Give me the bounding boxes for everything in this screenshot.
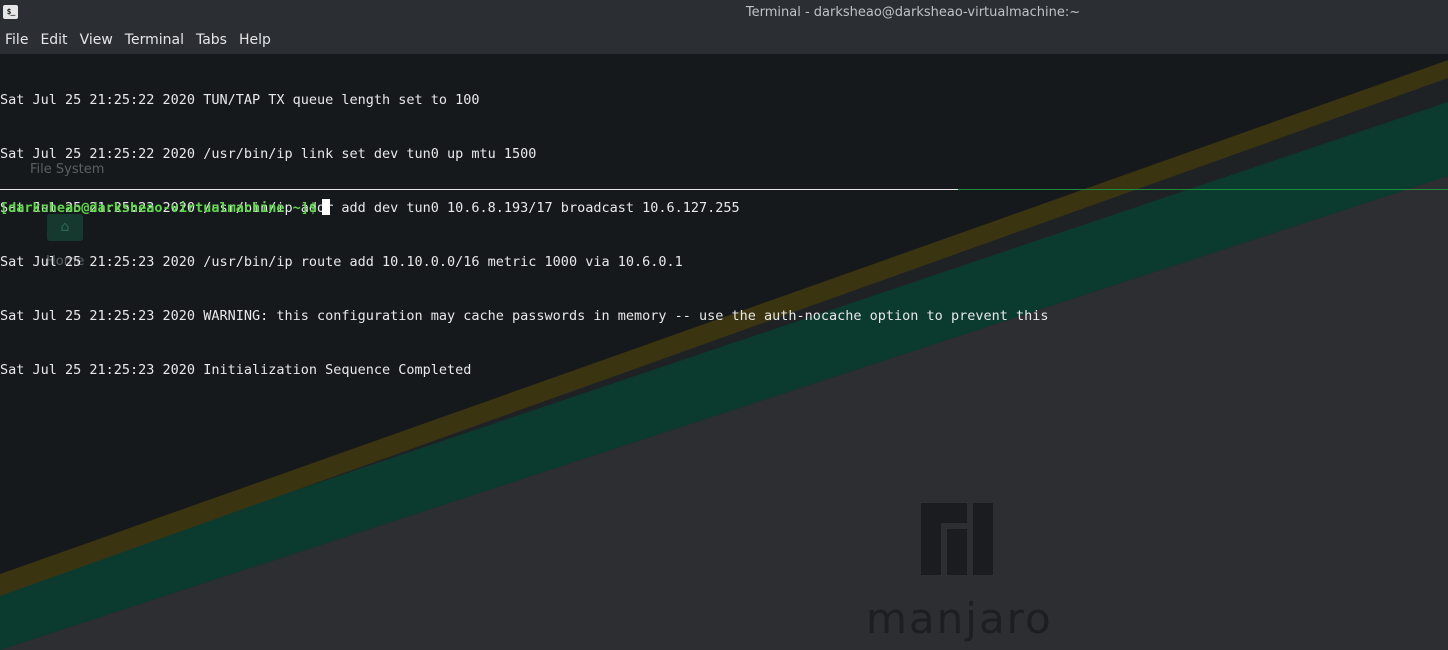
manjaro-logo-icon bbox=[921, 503, 993, 575]
output-separator bbox=[0, 189, 958, 190]
menu-tabs[interactable]: Tabs bbox=[190, 26, 233, 54]
menu-bar: File Edit View Terminal Tabs Help bbox=[0, 26, 1448, 54]
output-line: Sat Jul 25 21:25:23 2020 WARNING: this c… bbox=[0, 308, 1049, 324]
manjaro-wordmark: manjaro bbox=[866, 594, 1053, 643]
output-separator-accent bbox=[958, 189, 1448, 190]
menu-edit[interactable]: Edit bbox=[34, 26, 73, 54]
menu-view[interactable]: View bbox=[74, 26, 119, 54]
output-line: Sat Jul 25 21:25:22 2020 /usr/bin/ip lin… bbox=[0, 146, 537, 162]
terminal-area[interactable]: File System ⌂ Home manjaro Sat Jul 25 21… bbox=[0, 54, 1448, 650]
window-title: Terminal - darksheao@darksheao-virtualma… bbox=[745, 5, 1081, 20]
text-cursor bbox=[321, 199, 330, 215]
output-line: Sat Jul 25 21:25:23 2020 Initialization … bbox=[0, 362, 472, 378]
title-bar[interactable]: $_ Terminal - darksheao@darksheao-virtua… bbox=[0, 0, 1448, 26]
output-line: Sat Jul 25 21:25:23 2020 /usr/bin/ip rou… bbox=[0, 254, 683, 270]
menu-terminal[interactable]: Terminal bbox=[119, 26, 190, 54]
menu-file[interactable]: File bbox=[0, 26, 34, 54]
output-line: Sat Jul 25 21:25:22 2020 TUN/TAP TX queu… bbox=[0, 92, 480, 108]
menu-help[interactable]: Help bbox=[233, 26, 277, 54]
shell-prompt: [darksheao@darksheao-virtualmachine ~]$ bbox=[0, 200, 317, 216]
shell-prompt-line[interactable]: [darksheao@darksheao-virtualmachine ~]$ bbox=[0, 199, 330, 217]
terminal-output: Sat Jul 25 21:25:22 2020 TUN/TAP TX queu… bbox=[0, 55, 1048, 415]
terminal-window: $_ Terminal - darksheao@darksheao-virtua… bbox=[0, 0, 1448, 650]
